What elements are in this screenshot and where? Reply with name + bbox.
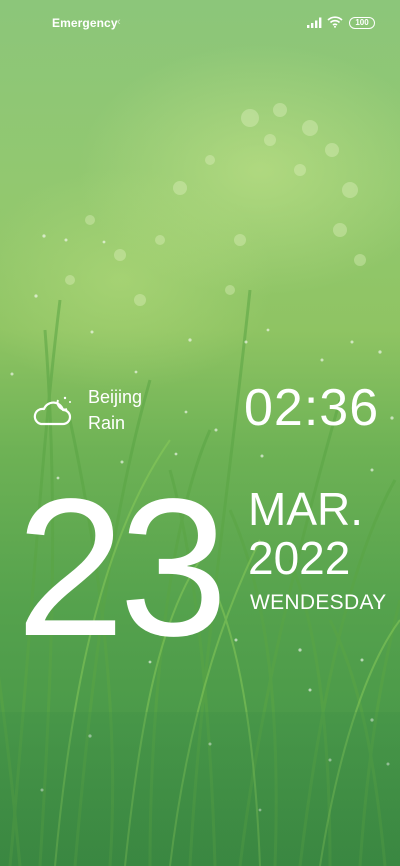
weather-city: Beijing xyxy=(88,387,143,407)
battery-indicator: 100 xyxy=(349,17,375,29)
wifi-icon xyxy=(327,16,343,28)
weather-condition: Rain xyxy=(88,413,126,433)
cloudy-moon-icon xyxy=(33,396,72,426)
date-weekday: WENDESDAY xyxy=(250,591,387,614)
clock-time: 02:36 xyxy=(244,379,380,437)
signal-icon xyxy=(307,17,322,28)
date-day: 23 xyxy=(16,458,228,677)
status-bar: Emergency ‹ 100 xyxy=(0,14,400,32)
date-year: 2022 xyxy=(248,532,351,584)
carrier-label: Emergency xyxy=(52,16,118,30)
wallpaper-bottom-band xyxy=(0,712,400,866)
date-month: MAR. xyxy=(248,483,363,535)
emergency-call-icon: ‹ xyxy=(117,16,121,28)
